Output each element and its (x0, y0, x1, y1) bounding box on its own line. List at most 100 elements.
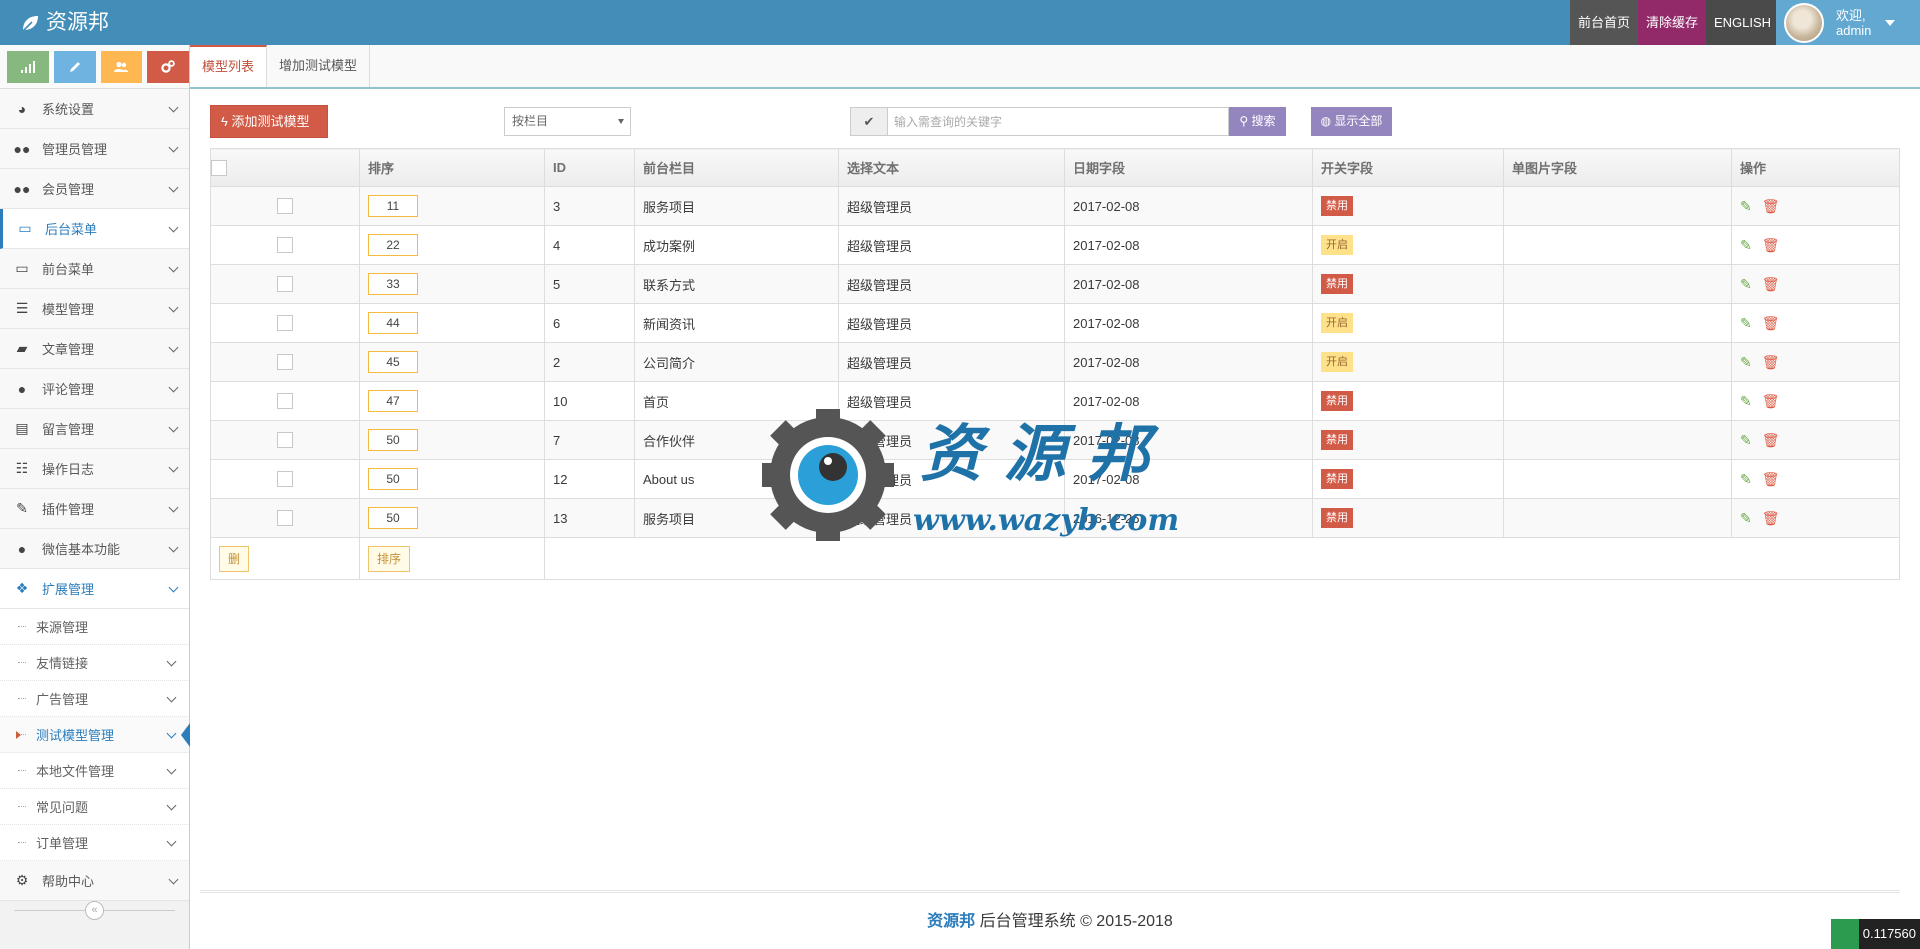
sort-order-input[interactable]: 50 (368, 468, 418, 490)
row-checkbox[interactable] (277, 471, 293, 488)
pencil-icon[interactable]: ✎ (1740, 237, 1752, 253)
sidebar-subitem-ads[interactable]: 广告管理 (0, 681, 189, 717)
status-badge[interactable]: 禁用 (1321, 508, 1353, 528)
leaf-icon (1830, 919, 1859, 949)
sidebar-subitem-friend-links[interactable]: 友情链接 (0, 645, 189, 681)
sidebar-item-extension-management[interactable]: ❖ 扩展管理 (0, 569, 189, 609)
trash-icon[interactable]: 🗑 (1762, 393, 1780, 409)
status-badge[interactable]: 禁用 (1321, 430, 1353, 450)
cogs-shortcut-button[interactable] (147, 50, 189, 83)
trash-icon[interactable]: 🗑 (1762, 237, 1780, 253)
sidebar-item-message-management[interactable]: ▤ 留言管理 (0, 409, 189, 449)
sort-order-input[interactable]: 22 (368, 234, 418, 256)
pencil-icon[interactable]: ✎ (1740, 276, 1752, 292)
trash-icon[interactable]: 🗑 (1762, 315, 1780, 331)
row-checkbox[interactable] (277, 432, 293, 449)
pencil-icon[interactable]: ✎ (1740, 393, 1752, 409)
signal-shortcut-button[interactable] (7, 50, 49, 83)
row-checkbox[interactable] (277, 198, 293, 215)
frontend-home-link[interactable]: 前台首页 (1570, 0, 1638, 45)
sort-order-input[interactable]: 33 (368, 273, 418, 295)
sidebar-subitem-source[interactable]: 来源管理 (0, 609, 189, 645)
trash-icon[interactable]: 🗑 (1762, 354, 1780, 370)
sidebar-item-frontend-menu[interactable]: ▭ 前台菜单 (0, 249, 189, 289)
search-input[interactable] (888, 107, 1229, 136)
language-switch[interactable]: ENGLISH (1706, 0, 1776, 45)
sidebar-subitem-orders[interactable]: 订单管理 (0, 825, 189, 861)
tab-model-list[interactable]: 模型列表 (190, 45, 268, 87)
sort-order-input[interactable]: 47 (368, 390, 418, 412)
date-cell: 2017-02-08 (1064, 420, 1313, 460)
trash-icon[interactable]: 🗑 (1762, 471, 1780, 487)
status-badge[interactable]: 开启 (1321, 313, 1353, 333)
sidebar-item-plugin-management[interactable]: ✎ 插件管理 (0, 489, 189, 529)
sort-order-input[interactable]: 44 (368, 312, 418, 334)
sort-order-input[interactable]: 11 (368, 195, 418, 217)
batch-sort-button[interactable]: 排序 (368, 545, 411, 572)
sidebar-subitem-faq[interactable]: 常见问题 (0, 789, 189, 825)
add-test-model-button[interactable]: ϟ 添加测试模型 (210, 105, 328, 138)
pencil-icon[interactable]: ✎ (1740, 432, 1752, 448)
sidebar-item-label: 常见问题 (36, 800, 89, 815)
search-button[interactable]: ⚲ 搜索 (1229, 107, 1286, 136)
select-all-checkbox[interactable] (211, 159, 227, 176)
row-checkbox[interactable] (277, 393, 293, 410)
sidebar-shortcuts (0, 45, 189, 89)
row-checkbox[interactable] (277, 237, 293, 254)
actions-cell: ✎ 🗑 (1731, 186, 1900, 226)
pencil-icon[interactable]: ✎ (1740, 510, 1752, 526)
status-badge[interactable]: 开启 (1321, 352, 1353, 372)
row-checkbox[interactable] (277, 315, 293, 332)
trash-icon[interactable]: 🗑 (1762, 276, 1780, 292)
row-checkbox[interactable] (277, 276, 293, 293)
category-select[interactable]: 按栏目 (504, 107, 631, 136)
sidebar-item-model-management[interactable]: ☰ 模型管理 (0, 289, 189, 329)
sidebar-item-article-management[interactable]: ▰ 文章管理 (0, 329, 189, 369)
brand[interactable]: 资源邦 (20, 0, 109, 45)
sidebar-item-system-settings[interactable]: ◕ 系统设置 (0, 89, 189, 129)
trash-icon[interactable]: 🗑 (1762, 510, 1780, 526)
sort-order-input[interactable]: 45 (368, 351, 418, 373)
batch-delete-button[interactable]: 删 (219, 545, 250, 572)
clear-cache-button[interactable]: 清除缓存 (1638, 0, 1706, 45)
row-checkbox[interactable] (277, 354, 293, 371)
trash-icon[interactable]: 🗑 (1762, 198, 1780, 214)
status-badge[interactable]: 禁用 (1321, 196, 1353, 216)
pencil-icon[interactable]: ✎ (1740, 471, 1752, 487)
pencil-shortcut-button[interactable] (53, 50, 96, 83)
sidebar-item-admin-management[interactable]: ●● 管理员管理 (0, 129, 189, 169)
pencil-icon[interactable]: ✎ (1740, 198, 1752, 214)
row-checkbox[interactable] (277, 510, 293, 527)
sort-order-input[interactable]: 50 (368, 507, 418, 529)
tab-add-test-model[interactable]: 增加测试模型 (267, 45, 371, 87)
status-badge[interactable]: 开启 (1321, 235, 1353, 255)
sidebar-item-help-center[interactable]: ⚙ 帮助中心 (0, 861, 189, 901)
column-cell: 联系方式 (634, 264, 839, 304)
sidebar-subitem-test-model[interactable]: 测试模型管理 (0, 717, 190, 753)
sidebar-item-operation-log[interactable]: ☷ 操作日志 (0, 449, 189, 489)
sidebar-item-comment-management[interactable]: ● 评论管理 (0, 369, 189, 409)
status-badge[interactable]: 禁用 (1321, 274, 1353, 294)
trash-icon[interactable]: 🗑 (1762, 432, 1780, 448)
table-row: 50 12 About us 超级管理员 2017-02-08 禁用 ✎ 🗑 (210, 459, 1900, 499)
switch-cell: 开启 (1312, 225, 1504, 265)
status-badge[interactable]: 禁用 (1321, 391, 1353, 411)
sidebar-item-backend-menu[interactable]: ▭ 后台菜单 (0, 209, 189, 249)
date-cell: 2017-02-08 (1064, 381, 1313, 421)
sort-order-input[interactable]: 50 (368, 429, 418, 451)
pencil-icon[interactable]: ✎ (1740, 315, 1752, 331)
sidebar-subitem-local-files[interactable]: 本地文件管理 (0, 753, 189, 789)
collapse-sidebar-button[interactable]: « (85, 901, 104, 920)
user-menu[interactable]: 欢迎, admin (1776, 0, 1920, 45)
row-select-cell (210, 225, 360, 265)
users-icon: ●● (13, 140, 31, 157)
sidebar: ◕ 系统设置 ●● 管理员管理 ●● 会员管理 ▭ 后台菜单 ▭ 前台菜单 ☰ 模型管理 ▰… (0, 45, 190, 949)
users-shortcut-button[interactable] (100, 50, 143, 83)
show-all-button[interactable]: ◍ 显示全部 (1311, 107, 1392, 136)
sort-cell: 33 (359, 264, 545, 304)
status-badge[interactable]: 禁用 (1321, 469, 1353, 489)
sidebar-item-wechat[interactable]: ● 微信基本功能 (0, 529, 189, 569)
pencil-icon[interactable]: ✎ (1740, 354, 1752, 370)
sidebar-item-member-management[interactable]: ●● 会员管理 (0, 169, 189, 209)
sidebar-item-label: 后台菜单 (45, 222, 98, 237)
